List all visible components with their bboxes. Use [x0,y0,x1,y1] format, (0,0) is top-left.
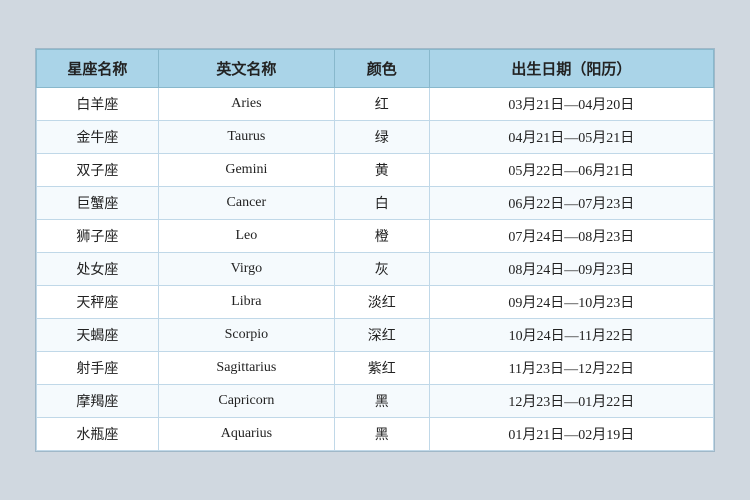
cell-date: 06月22日—07月23日 [429,187,713,220]
cell-chinese: 天蝎座 [37,319,159,352]
cell-date: 04月21日—05月21日 [429,121,713,154]
cell-english: Aquarius [158,418,334,451]
cell-color: 白 [334,187,429,220]
zodiac-table-container: 星座名称 英文名称 颜色 出生日期（阳历） 白羊座Aries红03月21日—04… [35,48,715,452]
table-row: 双子座Gemini黄05月22日—06月21日 [37,154,714,187]
table-row: 天秤座Libra淡红09月24日—10月23日 [37,286,714,319]
cell-chinese: 狮子座 [37,220,159,253]
cell-color: 黑 [334,418,429,451]
table-row: 摩羯座Capricorn黑12月23日—01月22日 [37,385,714,418]
cell-chinese: 处女座 [37,253,159,286]
table-row: 处女座Virgo灰08月24日—09月23日 [37,253,714,286]
cell-date: 01月21日—02月19日 [429,418,713,451]
cell-date: 10月24日—11月22日 [429,319,713,352]
cell-chinese: 水瓶座 [37,418,159,451]
cell-chinese: 天秤座 [37,286,159,319]
cell-chinese: 射手座 [37,352,159,385]
cell-color: 红 [334,88,429,121]
cell-date: 12月23日—01月22日 [429,385,713,418]
table-row: 天蝎座Scorpio深红10月24日—11月22日 [37,319,714,352]
cell-color: 深红 [334,319,429,352]
cell-date: 11月23日—12月22日 [429,352,713,385]
table-header-row: 星座名称 英文名称 颜色 出生日期（阳历） [37,50,714,88]
table-row: 金牛座Taurus绿04月21日—05月21日 [37,121,714,154]
cell-english: Capricorn [158,385,334,418]
cell-color: 黄 [334,154,429,187]
header-color: 颜色 [334,50,429,88]
cell-chinese: 双子座 [37,154,159,187]
table-row: 巨蟹座Cancer白06月22日—07月23日 [37,187,714,220]
cell-color: 绿 [334,121,429,154]
cell-english: Gemini [158,154,334,187]
cell-english: Aries [158,88,334,121]
cell-chinese: 摩羯座 [37,385,159,418]
cell-date: 05月22日—06月21日 [429,154,713,187]
table-row: 狮子座Leo橙07月24日—08月23日 [37,220,714,253]
cell-date: 07月24日—08月23日 [429,220,713,253]
header-date: 出生日期（阳历） [429,50,713,88]
cell-english: Leo [158,220,334,253]
table-row: 水瓶座Aquarius黑01月21日—02月19日 [37,418,714,451]
cell-color: 紫红 [334,352,429,385]
zodiac-table: 星座名称 英文名称 颜色 出生日期（阳历） 白羊座Aries红03月21日—04… [36,49,714,451]
cell-english: Libra [158,286,334,319]
cell-english: Taurus [158,121,334,154]
cell-color: 黑 [334,385,429,418]
cell-color: 淡红 [334,286,429,319]
cell-english: Cancer [158,187,334,220]
cell-color: 橙 [334,220,429,253]
cell-english: Scorpio [158,319,334,352]
table-body: 白羊座Aries红03月21日—04月20日金牛座Taurus绿04月21日—0… [37,88,714,451]
table-row: 射手座Sagittarius紫红11月23日—12月22日 [37,352,714,385]
cell-date: 03月21日—04月20日 [429,88,713,121]
cell-color: 灰 [334,253,429,286]
cell-chinese: 巨蟹座 [37,187,159,220]
header-chinese: 星座名称 [37,50,159,88]
cell-date: 08月24日—09月23日 [429,253,713,286]
cell-date: 09月24日—10月23日 [429,286,713,319]
table-row: 白羊座Aries红03月21日—04月20日 [37,88,714,121]
cell-english: Virgo [158,253,334,286]
cell-chinese: 金牛座 [37,121,159,154]
cell-chinese: 白羊座 [37,88,159,121]
cell-english: Sagittarius [158,352,334,385]
header-english: 英文名称 [158,50,334,88]
